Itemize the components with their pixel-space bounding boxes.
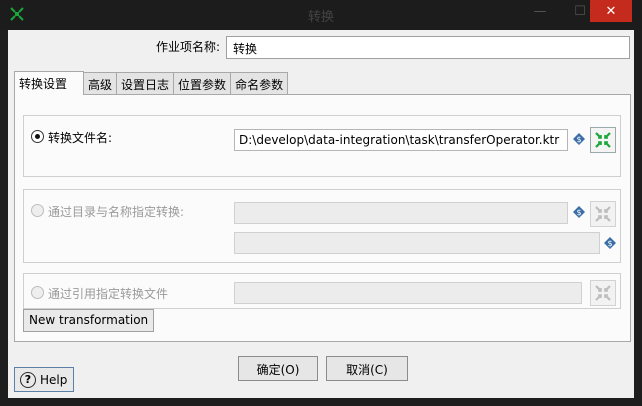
job-name-input[interactable]: 转换 [226, 36, 630, 59]
help-icon: ? [20, 371, 36, 388]
title-bar[interactable]: 转换 — ☐ ✕ [0, 0, 642, 30]
svg-text:$: $ [576, 208, 581, 217]
browse-reference-button[interactable] [590, 280, 616, 306]
help-button[interactable]: ? Help [14, 367, 74, 392]
browse-directory-button[interactable] [590, 201, 616, 227]
tab-arguments[interactable]: 位置参数 [173, 72, 232, 94]
variable-icon[interactable]: $ [573, 133, 585, 145]
minimize-button[interactable]: — [520, 0, 560, 22]
reference-input[interactable] [234, 282, 582, 304]
tab-bar: 转换设置 高级 设置日志 位置参数 命名参数 [14, 71, 289, 95]
directory-group: 通过目录与名称指定转换: $ $ [23, 189, 621, 263]
transformation-name-input[interactable] [234, 232, 600, 254]
ok-button[interactable]: 确定(O) [238, 356, 318, 381]
browse-icon [595, 206, 611, 222]
close-button[interactable]: ✕ [590, 0, 632, 22]
new-transformation-button[interactable]: New transformation [23, 309, 155, 332]
tab-transformation-settings[interactable]: 转换设置 [14, 71, 85, 95]
directory-label: 通过目录与名称指定转换: [48, 205, 185, 219]
variable-icon[interactable]: $ [573, 206, 585, 218]
filename-label: 转换文件名: [48, 131, 113, 145]
browse-icon [595, 285, 611, 301]
tab-logging[interactable]: 设置日志 [116, 72, 175, 94]
job-name-label: 作业项名称: [156, 40, 221, 54]
reference-label: 通过引用指定转换文件 [48, 287, 169, 301]
svg-text:$: $ [607, 239, 612, 248]
directory-input[interactable] [234, 202, 568, 224]
reference-group: 通过引用指定转换文件 [23, 273, 621, 309]
browse-icon [595, 132, 611, 148]
tab-panel: 转换文件名: D:\develop\data-integration\task\… [14, 94, 631, 342]
tab-advanced[interactable]: 高级 [83, 72, 118, 94]
filename-radio[interactable] [31, 130, 44, 143]
help-label: Help [40, 372, 68, 387]
directory-radio[interactable] [31, 204, 44, 217]
tab-parameters[interactable]: 命名参数 [230, 72, 289, 94]
dialog-window: 转换 — ☐ ✕ 作业项名称: 转换 转换设置 高级 设置日志 位置参数 命名参… [0, 0, 642, 406]
svg-text:$: $ [576, 135, 581, 144]
filename-input[interactable]: D:\develop\data-integration\task\transfe… [234, 129, 568, 151]
cancel-button[interactable]: 取消(C) [326, 356, 408, 381]
browse-file-button[interactable] [590, 127, 616, 153]
filename-group: 转换文件名: D:\develop\data-integration\task\… [23, 115, 621, 177]
reference-radio[interactable] [31, 286, 44, 299]
variable-icon[interactable]: $ [604, 237, 616, 249]
dialog-body: 作业项名称: 转换 转换设置 高级 设置日志 位置参数 命名参数 转换文件名: … [8, 30, 634, 398]
